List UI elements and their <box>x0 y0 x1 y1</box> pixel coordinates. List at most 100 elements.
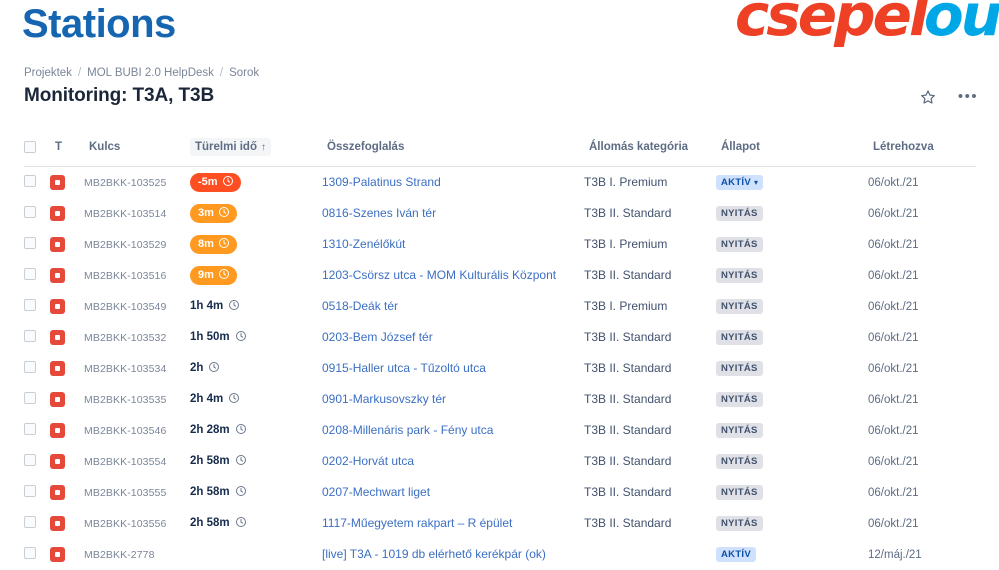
issue-summary-link[interactable]: [live] T3A - 1019 db elérhető kerékpár (… <box>322 547 546 561</box>
breadcrumb-item-issues[interactable]: Sorok <box>229 67 259 79</box>
issue-key-link[interactable]: MB2BKK-103516 <box>84 270 166 282</box>
column-header-summary[interactable]: Összefoglalás <box>322 130 584 167</box>
row-checkbox-cell[interactable] <box>24 477 50 508</box>
row-checkbox-cell[interactable] <box>24 539 50 570</box>
bug-icon[interactable] <box>50 175 65 191</box>
column-header-type[interactable]: T <box>50 130 84 167</box>
status-badge[interactable]: NYITÁS <box>716 516 763 531</box>
row-checkbox[interactable] <box>24 298 36 311</box>
status-badge[interactable]: NYITÁS <box>716 206 763 221</box>
bug-icon[interactable] <box>50 299 65 314</box>
row-checkbox-cell[interactable] <box>24 291 50 322</box>
table-row[interactable]: MB2BKK-103535 2h 4m 0901-Markusovszky tér T… <box>24 384 976 415</box>
issue-summary-link[interactable]: 0518-Deák tér <box>322 299 398 313</box>
row-checkbox-cell[interactable] <box>24 260 50 291</box>
table-row[interactable]: MB2BKK-103534 2h 0915-Haller utca - Tűzolt… <box>24 353 976 384</box>
star-icon[interactable] <box>915 84 941 110</box>
breadcrumb-item-projects[interactable]: Projektek <box>24 67 72 79</box>
issue-key-link[interactable]: MB2BKK-103534 <box>84 363 166 375</box>
row-checkbox[interactable] <box>24 174 36 187</box>
issue-key-link[interactable]: MB2BKK-103535 <box>84 394 166 406</box>
row-checkbox-cell[interactable] <box>24 353 50 384</box>
issue-key-link[interactable]: MB2BKK-103556 <box>84 518 166 530</box>
status-badge[interactable]: NYITÁS <box>716 299 763 314</box>
table-row[interactable]: MB2BKK-2778 [live] T3A - 1019 db elérhető… <box>24 539 976 570</box>
row-checkbox[interactable] <box>24 360 36 373</box>
bug-icon[interactable] <box>50 237 65 252</box>
table-row[interactable]: MB2BKK-103556 2h 58m 1117-Műegyetem rakpar… <box>24 508 976 539</box>
row-checkbox-cell[interactable] <box>24 384 50 415</box>
row-checkbox[interactable] <box>24 453 36 466</box>
issue-summary-link[interactable]: 1117-Műegyetem rakpart – R épület <box>322 516 512 530</box>
status-badge[interactable]: NYITÁS <box>716 454 763 469</box>
status-badge[interactable]: NYITÁS <box>716 268 763 283</box>
row-checkbox[interactable] <box>24 236 36 249</box>
bug-icon[interactable] <box>50 206 65 221</box>
bug-icon[interactable] <box>50 392 65 407</box>
issue-key-link[interactable]: MB2BKK-103532 <box>84 332 166 344</box>
bug-icon[interactable] <box>50 454 65 469</box>
row-checkbox-cell[interactable] <box>24 322 50 353</box>
more-actions-icon[interactable]: ••• <box>955 84 981 110</box>
table-row[interactable]: MB2BKK-103525 -5m 1309-Palatinus Strand T3B… <box>24 167 976 198</box>
issue-summary-link[interactable]: 0207-Mechwart liget <box>322 485 430 499</box>
issue-key-link[interactable]: MB2BKK-103525 <box>84 177 166 189</box>
column-header-status[interactable]: Állapot <box>716 130 868 167</box>
table-row[interactable]: MB2BKK-103516 9m 1203-Csörsz utca - MOM Ku… <box>24 260 976 291</box>
bug-icon[interactable] <box>50 485 65 500</box>
issue-summary-link[interactable]: 0816-Szenes Iván tér <box>322 206 436 220</box>
bug-icon[interactable] <box>50 547 65 562</box>
column-header-category[interactable]: Állomás kategória <box>584 130 716 167</box>
row-checkbox[interactable] <box>24 329 36 342</box>
bug-icon[interactable] <box>50 268 65 283</box>
table-row[interactable]: MB2BKK-103529 8m 1310-Zenélőkút T3B I. Prem… <box>24 229 976 260</box>
row-checkbox[interactable] <box>24 484 36 497</box>
bug-icon[interactable] <box>50 423 65 438</box>
issue-summary-link[interactable]: 0901-Markusovszky tér <box>322 392 446 406</box>
row-checkbox[interactable] <box>24 515 36 528</box>
table-row[interactable]: MB2BKK-103514 3m 0816-Szenes Iván tér T3B I… <box>24 198 976 229</box>
issue-key-link[interactable]: MB2BKK-103554 <box>84 456 166 468</box>
issue-summary-link[interactable]: 1309-Palatinus Strand <box>322 175 441 189</box>
issue-key-link[interactable]: MB2BKK-103549 <box>84 301 166 313</box>
row-checkbox-cell[interactable] <box>24 415 50 446</box>
bug-icon[interactable] <box>50 516 65 531</box>
issue-summary-link[interactable]: 0208-Millenáris park - Fény utca <box>322 423 493 437</box>
row-checkbox-cell[interactable] <box>24 229 50 260</box>
table-row[interactable]: MB2BKK-103549 1h 4m 0518-Deák tér T3B I. Pr… <box>24 291 976 322</box>
status-badge[interactable]: NYITÁS <box>716 330 763 345</box>
row-checkbox[interactable] <box>24 205 36 218</box>
status-badge[interactable]: NYITÁS <box>716 361 763 376</box>
row-checkbox[interactable] <box>24 267 36 280</box>
status-badge[interactable]: NYITÁS <box>716 237 763 252</box>
status-badge[interactable]: AKTÍV <box>716 547 756 562</box>
table-row[interactable]: MB2BKK-103554 2h 58m 0202-Horvát utca T3B I… <box>24 446 976 477</box>
bug-icon[interactable] <box>50 330 65 345</box>
status-badge[interactable]: NYITÁS <box>716 392 763 407</box>
row-checkbox[interactable] <box>24 546 36 559</box>
row-checkbox[interactable] <box>24 391 36 404</box>
table-row[interactable]: MB2BKK-103555 2h 58m 0207-Mechwart liget T3… <box>24 477 976 508</box>
row-checkbox-cell[interactable] <box>24 508 50 539</box>
row-checkbox[interactable] <box>24 422 36 435</box>
status-badge[interactable]: AKTÍV ▾ <box>716 175 764 191</box>
bug-icon[interactable] <box>50 361 65 376</box>
row-checkbox-cell[interactable] <box>24 167 50 198</box>
column-header-checkbox[interactable] <box>24 130 50 167</box>
issue-summary-link[interactable]: 1203-Csörsz utca - MOM Kulturális Közpon… <box>322 268 556 282</box>
status-badge[interactable]: NYITÁS <box>716 485 763 500</box>
issue-key-link[interactable]: MB2BKK-103546 <box>84 425 166 437</box>
column-header-sla[interactable]: Türelmi idő ↑ <box>190 130 322 167</box>
row-checkbox-cell[interactable] <box>24 198 50 229</box>
column-header-key[interactable]: Kulcs <box>84 130 190 167</box>
select-all-checkbox[interactable] <box>24 141 36 153</box>
breadcrumb-item-project[interactable]: MOL BUBI 2.0 HelpDesk <box>87 67 214 79</box>
issue-summary-link[interactable]: 0202-Horvát utca <box>322 454 414 468</box>
issue-key-link[interactable]: MB2BKK-103555 <box>84 487 166 499</box>
issue-summary-link[interactable]: 1310-Zenélőkút <box>322 237 405 251</box>
issue-summary-link[interactable]: 0915-Haller utca - Tűzoltó utca <box>322 361 486 375</box>
issue-summary-link[interactable]: 0203-Bem József tér <box>322 330 433 344</box>
column-header-created[interactable]: Létrehozva <box>868 130 976 167</box>
issue-key-link[interactable]: MB2BKK-103514 <box>84 208 166 220</box>
issue-key-link[interactable]: MB2BKK-103529 <box>84 239 166 251</box>
